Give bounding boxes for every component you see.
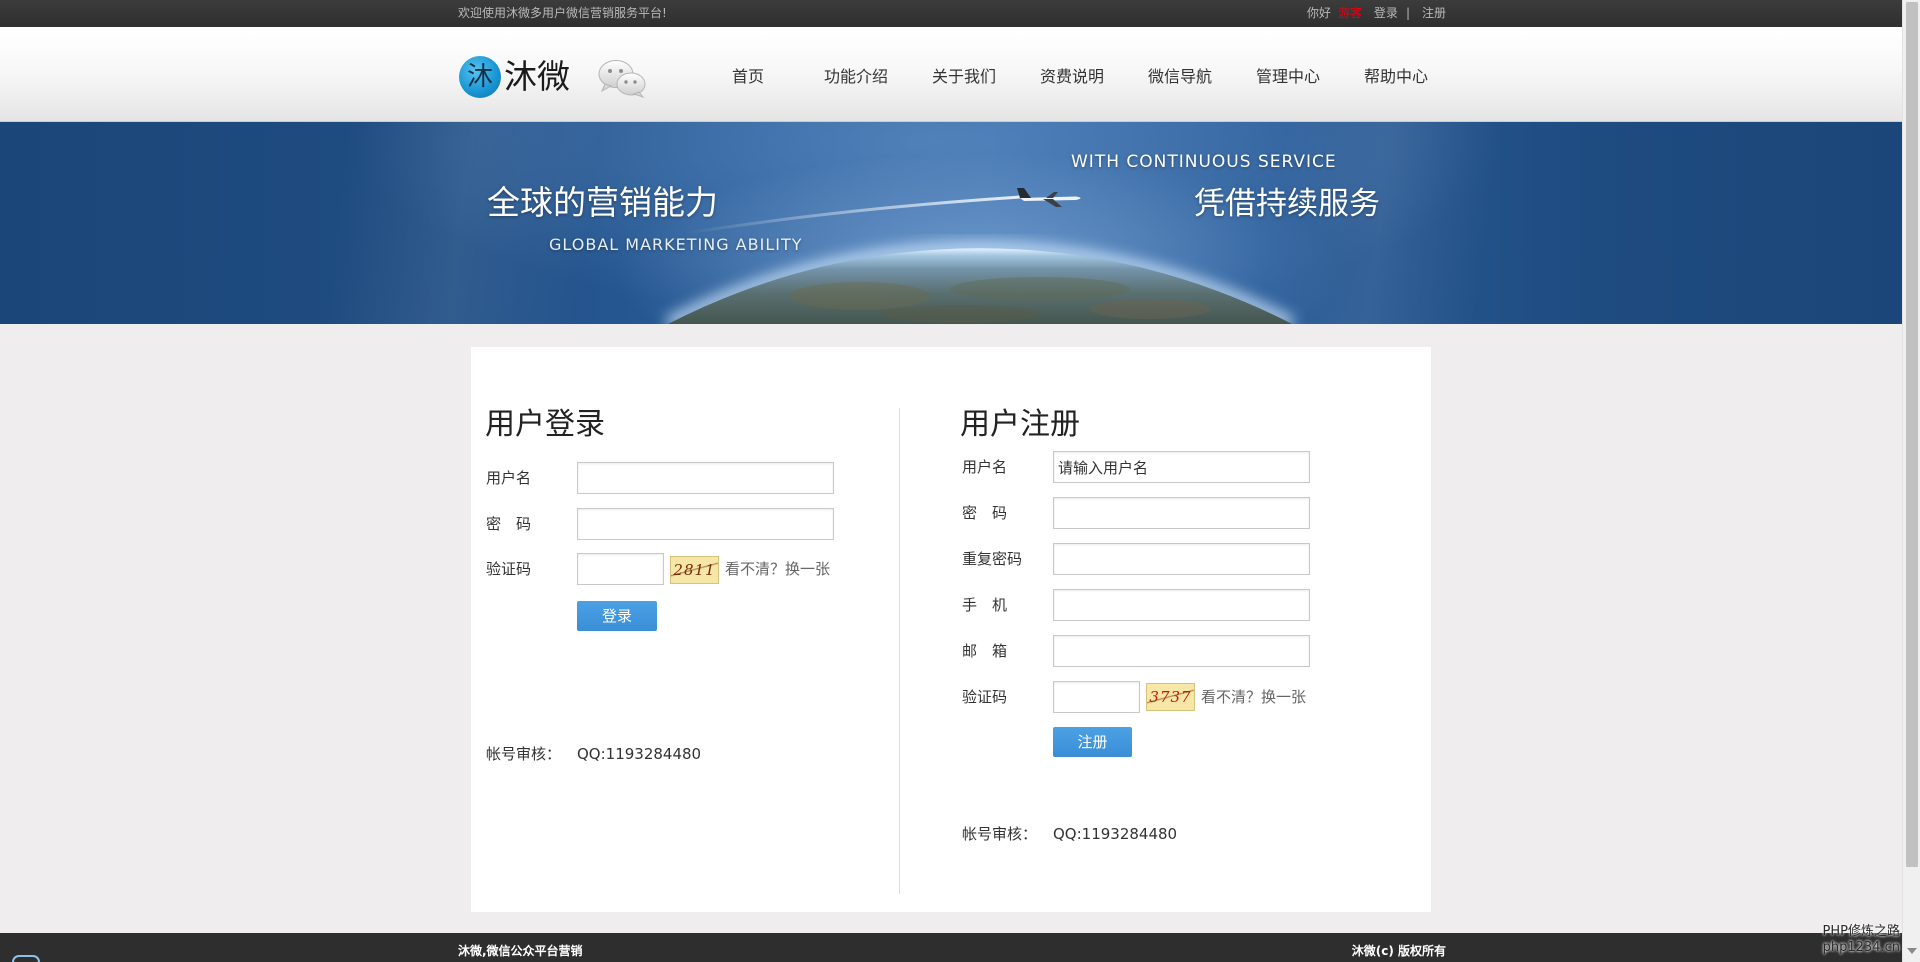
logo-icon[interactable]: 沐 bbox=[459, 56, 501, 98]
nav-help-center[interactable]: 帮助中心 bbox=[1342, 57, 1450, 97]
top-bar: 欢迎使用沐微多用户微信营销服务平台! 你好 游客 登录 | 注册 bbox=[0, 0, 1902, 27]
nav-admin-center[interactable]: 管理中心 bbox=[1234, 57, 1342, 97]
login-password-input[interactable] bbox=[577, 508, 834, 540]
register-repeat-password-label: 重复密码 bbox=[962, 550, 1023, 568]
login-username-label: 用户名 bbox=[486, 469, 532, 487]
register-username-label: 用户名 bbox=[962, 458, 1008, 476]
register-button[interactable]: 注册 bbox=[1053, 727, 1132, 757]
welcome-text: 欢迎使用沐微多用户微信营销服务平台! bbox=[458, 6, 667, 20]
greeting-text: 你好 bbox=[1306, 6, 1331, 20]
register-phone-label: 手 机 bbox=[962, 596, 1008, 614]
banner-left-title: 全球的营销能力 bbox=[487, 183, 718, 222]
scrollbar-thumb[interactable] bbox=[1906, 2, 1918, 867]
banner-left-subtitle: GLOBAL MARKETING ABILITY bbox=[549, 235, 803, 254]
login-captcha-refresh-link[interactable]: 看不清？换一张 bbox=[725, 553, 830, 585]
watermark: PHP修炼之路 php1234.cn bbox=[1800, 924, 1900, 956]
register-password-input[interactable] bbox=[1053, 497, 1310, 529]
watermark-line-2: php1234.cn bbox=[1822, 940, 1900, 955]
login-captcha-image[interactable]: 2811 bbox=[670, 556, 719, 584]
register-captcha-refresh-link[interactable]: 看不清？换一张 bbox=[1201, 681, 1306, 713]
login-review-qq: QQ:1193284480 bbox=[577, 745, 702, 763]
login-title: 用户登录 bbox=[485, 407, 605, 442]
nav-about[interactable]: 关于我们 bbox=[910, 57, 1018, 97]
watermark-line-1: PHP修炼之路 bbox=[1822, 924, 1900, 939]
login-username-input[interactable] bbox=[577, 462, 834, 494]
register-captcha-label: 验证码 bbox=[962, 688, 1008, 706]
logo-text[interactable]: 沐微 bbox=[504, 56, 570, 98]
login-password-label: 密 码 bbox=[486, 515, 532, 533]
main-nav: 首页 功能介绍 关于我们 资费说明 微信导航 管理中心 帮助中心 bbox=[694, 57, 1450, 97]
register-captcha-image[interactable]: 3737 bbox=[1146, 683, 1195, 711]
register-phone-input[interactable] bbox=[1053, 589, 1310, 621]
nav-wechat-directory[interactable]: 微信导航 bbox=[1126, 57, 1234, 97]
footer-copyright: 沐微(c) 版权所有 bbox=[1351, 944, 1446, 958]
nav-pricing[interactable]: 资费说明 bbox=[1018, 57, 1126, 97]
panel-divider bbox=[899, 408, 900, 894]
register-email-input[interactable] bbox=[1053, 635, 1310, 667]
top-register-link[interactable]: 注册 bbox=[1422, 0, 1446, 27]
guest-name: 游客 bbox=[1337, 6, 1362, 20]
page-scrollbar[interactable] bbox=[1902, 0, 1920, 962]
scroll-down-arrow-icon[interactable] bbox=[1907, 948, 1917, 954]
login-review-label: 帐号审核： bbox=[486, 745, 562, 763]
banner-right-title: 凭借持续服务 bbox=[1194, 186, 1380, 222]
login-captcha-label: 验证码 bbox=[486, 560, 532, 578]
register-password-label: 密 码 bbox=[962, 504, 1008, 522]
register-title: 用户注册 bbox=[960, 407, 1080, 442]
floating-widget[interactable] bbox=[12, 955, 40, 962]
login-captcha-input[interactable] bbox=[577, 553, 664, 585]
top-separator: | bbox=[1405, 6, 1410, 20]
plane-contrail bbox=[685, 195, 1021, 235]
wechat-icon bbox=[598, 60, 646, 98]
site-header: 沐 沐微 首页 功能介绍 关于我们 资费说明 微信导航 管理中心 帮助中心 bbox=[0, 27, 1902, 122]
register-email-label: 邮 箱 bbox=[962, 642, 1008, 660]
register-repeat-password-input[interactable] bbox=[1053, 543, 1310, 575]
login-button[interactable]: 登录 bbox=[577, 601, 657, 631]
top-login-link[interactable]: 登录 bbox=[1374, 0, 1398, 27]
airplane-icon bbox=[1017, 188, 1081, 207]
register-captcha-input[interactable] bbox=[1053, 681, 1140, 713]
register-username-input[interactable] bbox=[1053, 451, 1310, 483]
register-review-qq: QQ:1193284480 bbox=[1053, 825, 1178, 843]
user-status: 你好 游客 登录 | 注册 bbox=[1307, 0, 1446, 27]
nav-home[interactable]: 首页 bbox=[694, 57, 802, 97]
footer-tagline: 沐微,微信公众平台营销 bbox=[458, 944, 583, 958]
site-footer: 沐微,微信公众平台营销 沐微(c) 版权所有 bbox=[0, 933, 1902, 962]
nav-features[interactable]: 功能介绍 bbox=[802, 57, 910, 97]
register-review-label: 帐号审核： bbox=[962, 825, 1038, 843]
auth-container: 用户登录 用户名 密 码 验证码 2811 看不清？换一张 登录 帐号审核： Q… bbox=[471, 347, 1431, 912]
hero-banner: 全球的营销能力 GLOBAL MARKETING ABILITY WITH CO… bbox=[0, 122, 1902, 324]
banner-right-subtitle: WITH CONTINUOUS SERVICE bbox=[1071, 152, 1337, 172]
